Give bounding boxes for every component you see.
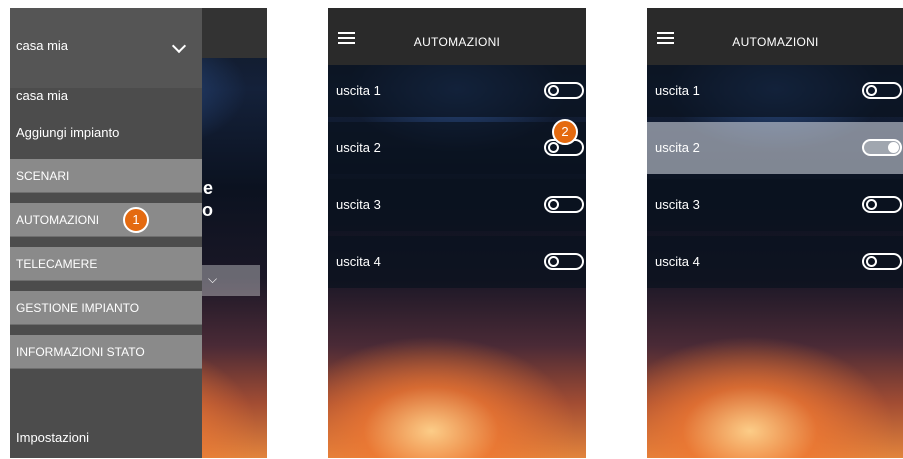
app-bar: AUTOMAZIONI — [647, 8, 903, 65]
menu-item-scenari[interactable]: SCENARI — [10, 159, 202, 193]
screen-automations: AUTOMAZIONI uscita 1 uscita 2 uscita 3 u… — [328, 8, 586, 458]
output-label: uscita 4 — [336, 254, 381, 269]
background-glyph: e — [203, 178, 214, 198]
menu-item-gestione-impianto[interactable]: GESTIONE IMPIANTO — [10, 291, 202, 325]
output-row: uscita 4 — [328, 236, 586, 288]
toggle-switch[interactable] — [544, 253, 584, 270]
navigation-drawer: casa mia casa mia Aggiungi impianto SCEN… — [10, 8, 202, 458]
chevron-down-icon: ⌵ — [208, 272, 218, 286]
output-row: uscita 2 — [328, 122, 586, 174]
toggle-switch[interactable] — [544, 196, 584, 213]
app-bar: AUTOMAZIONI — [328, 8, 586, 65]
output-label: uscita 2 — [655, 140, 700, 155]
page-title: AUTOMAZIONI — [732, 35, 819, 49]
home-selector[interactable]: casa mia — [10, 8, 202, 88]
menu-item-telecamere[interactable]: TELECAMERE — [10, 247, 202, 281]
screen-automations-toggled: AUTOMAZIONI uscita 1 uscita 2 uscita 3 u… — [647, 8, 903, 458]
screen-navigation-drawer: e o ⌵ casa mia casa mia Aggiungi impiant… — [10, 8, 267, 458]
output-label: uscita 2 — [336, 140, 381, 155]
menu-item-automazioni[interactable]: AUTOMAZIONI — [10, 203, 202, 237]
chevron-down-icon[interactable] — [171, 38, 187, 54]
toggle-switch[interactable] — [544, 82, 584, 99]
output-label: uscita 3 — [655, 197, 700, 212]
toggle-switch[interactable] — [862, 253, 902, 270]
home-selector-label: casa mia — [16, 38, 69, 53]
toggle-switch-on[interactable] — [862, 139, 902, 156]
toggle-knob — [866, 199, 877, 210]
output-label: uscita 1 — [655, 83, 700, 98]
toggle-knob — [548, 85, 559, 96]
step-badge: 2 — [552, 119, 578, 145]
toggle-knob — [888, 142, 899, 153]
toggle-switch[interactable] — [862, 82, 902, 99]
step-badge: 1 — [123, 207, 149, 233]
toggle-knob — [548, 199, 559, 210]
toggle-knob — [548, 142, 559, 153]
toggle-knob — [866, 85, 877, 96]
home-list-item[interactable]: casa mia — [16, 88, 68, 103]
output-row: uscita 4 — [647, 236, 903, 288]
output-row: uscita 3 — [328, 179, 586, 231]
add-system-link[interactable]: Aggiungi impianto — [16, 125, 119, 140]
output-label: uscita 3 — [336, 197, 381, 212]
output-row-active: uscita 2 — [647, 122, 903, 174]
output-label: uscita 1 — [336, 83, 381, 98]
menu-item-informazioni-stato[interactable]: INFORMAZIONI STATO — [10, 335, 202, 369]
background-glyph: o — [202, 200, 213, 220]
page-title: AUTOMAZIONI — [413, 35, 501, 49]
toggle-knob — [866, 256, 877, 267]
settings-link[interactable]: Impostazioni — [16, 430, 89, 445]
toggle-knob — [548, 256, 559, 267]
toggle-switch[interactable] — [862, 196, 902, 213]
output-row: uscita 1 — [328, 65, 586, 117]
output-label: uscita 4 — [655, 254, 700, 269]
output-row: uscita 1 — [647, 65, 903, 117]
output-row: uscita 3 — [647, 179, 903, 231]
